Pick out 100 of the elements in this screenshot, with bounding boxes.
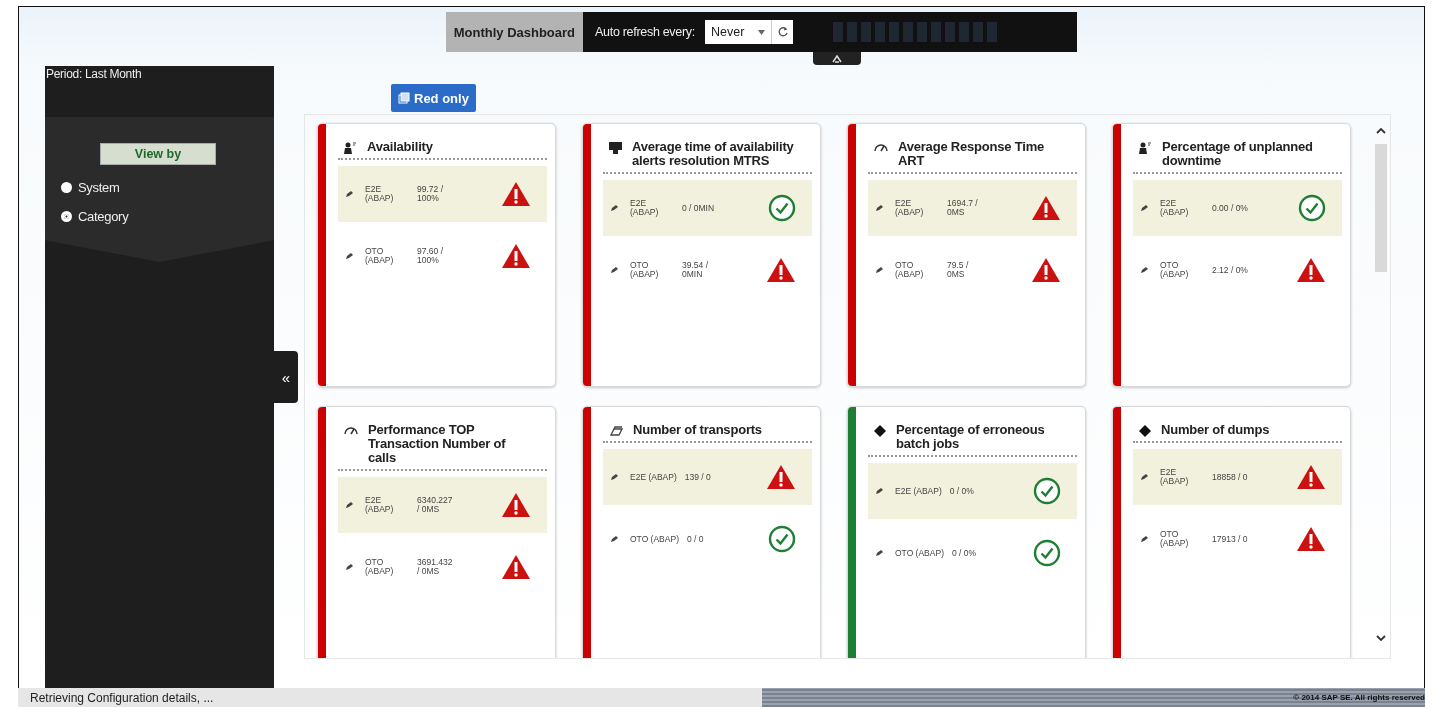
system-name: OTO (ABAP) [895, 261, 925, 279]
collapse-header-tab[interactable] [812, 52, 861, 65]
kpi-value: 18858 / 0 [1212, 472, 1249, 482]
kpi-card[interactable]: Performance TOP Transaction Number of calls E2E (ABAP) 6340.227 / 0MS OTO (ABAP) 3691.432 / 0MS [317, 406, 556, 658]
refresh-button[interactable] [771, 20, 794, 44]
kpi-card[interactable]: Percentage of erroneous batch jobs E2E (ABAP) 0 / 0% OTO (ABAP) 0 / 0% [847, 406, 1086, 658]
kpi-row[interactable]: E2E (ABAP) 18858 / 0 [1133, 449, 1342, 505]
copyright-bar: © 2014 SAP SE. All rights reserved [762, 688, 1425, 707]
system-name: OTO (ABAP) [365, 558, 395, 576]
scroll-up-icon[interactable] [1376, 127, 1386, 134]
warning-icon [1296, 464, 1326, 490]
kpi-card[interactable]: Number of dumps E2E (ABAP) 18858 / 0 OTO (ABAP) 17913 / 0 [1112, 406, 1351, 658]
scroll-down-icon[interactable] [1376, 635, 1386, 642]
check-circle-icon [1033, 539, 1061, 567]
kpi-row[interactable]: E2E (ABAP) 99.72 / 100% [338, 166, 547, 222]
kpi-row[interactable]: E2E (ABAP) 0 / 0% [868, 463, 1077, 519]
pencil-icon [346, 191, 353, 197]
radio-button[interactable] [61, 182, 72, 193]
refresh-label: Auto refresh every: [595, 25, 695, 39]
kpi-value: 2.12 / 0% [1212, 265, 1249, 275]
dashboard-title: Monthly Dashboard [445, 12, 584, 52]
person-icon [344, 142, 357, 154]
caret-icon [758, 29, 766, 35]
pencil-icon [876, 267, 883, 273]
card-title: Average Response Time ART [898, 140, 1046, 168]
kpi-row[interactable]: OTO (ABAP) 3691.432 / 0MS [338, 539, 547, 595]
kpi-row[interactable]: OTO (ABAP) 39.54 / 0MIN [603, 242, 812, 298]
kpi-row[interactable]: OTO (ABAP) 17913 / 0 [1133, 511, 1342, 567]
kpi-row[interactable]: OTO (ABAP) 0 / 0% [868, 525, 1077, 581]
card-title: Percentage of erroneous batch jobs [896, 423, 1046, 451]
check-circle-icon [1298, 194, 1326, 222]
pencil-icon [1141, 205, 1148, 211]
period-label: Period: Last Month [45, 66, 143, 83]
filter-button[interactable]: Red only [391, 84, 476, 112]
system-name: E2E (ABAP) [630, 199, 660, 217]
diamond-icon [874, 425, 886, 437]
warning-icon [1031, 195, 1061, 221]
system-name: E2E (ABAP) [895, 199, 925, 217]
kpi-card[interactable]: Average time of availability alerts resolution MTRS E2E (ABAP) 0 / 0MIN OTO (ABAP) 39.54 / 0MIN [582, 123, 821, 387]
system-name: E2E (ABAP) [365, 496, 395, 514]
warning-icon [1296, 257, 1326, 283]
kpi-card[interactable]: Average Response Time ART E2E (ABAP) 1694.7 / 0MS OTO (ABAP) 79.5 / 0MS [847, 123, 1086, 387]
system-name: OTO (ABAP) [630, 261, 660, 279]
kpi-row[interactable]: E2E (ABAP) 6340.227 / 0MS [338, 477, 547, 533]
diamond-icon [1139, 425, 1151, 437]
radio-label: Category [78, 209, 129, 224]
kpi-value: 6340.227 / 0MS [417, 496, 454, 514]
pencil-icon [876, 205, 883, 211]
card-title: Number of transports [633, 423, 762, 437]
kpi-row[interactable]: OTO (ABAP) 97.60 / 100% [338, 228, 547, 284]
pencil-icon [611, 205, 618, 211]
pencil-icon [876, 550, 883, 556]
kpi-card[interactable]: Number of transports E2E (ABAP) 139 / 0 OTO (ABAP) 0 / 0 [582, 406, 821, 658]
system-name: OTO (ABAP) [1160, 530, 1190, 548]
kpi-value: 3691.432 / 0MS [417, 558, 454, 576]
kpi-value: 0 / 0 [686, 534, 704, 544]
collapse-sidebar-button[interactable]: « [274, 351, 298, 403]
system-name: E2E (ABAP) [895, 486, 942, 496]
pencil-icon [346, 253, 353, 259]
check-circle-icon [1033, 477, 1061, 505]
system-name: OTO (ABAP) [630, 534, 679, 544]
pencil-icon [1141, 267, 1148, 273]
card-title: Performance TOP Transaction Number of calls [368, 423, 507, 465]
kpi-row[interactable]: E2E (ABAP) 0 / 0MIN [603, 180, 812, 236]
system-name: E2E (ABAP) [1160, 199, 1190, 217]
radio-button[interactable] [61, 211, 72, 222]
kpi-value: 39.54 / 0MIN [682, 261, 709, 279]
card-title: Number of dumps [1161, 423, 1270, 437]
pencil-icon [346, 564, 353, 570]
warning-icon [1296, 526, 1326, 552]
kpi-row[interactable]: OTO (ABAP) 2.12 / 0% [1133, 242, 1342, 298]
kpi-value: 79.5 / 0MS [947, 261, 970, 279]
system-name: E2E (ABAP) [365, 185, 395, 203]
warning-icon [766, 464, 796, 490]
kpi-card[interactable]: Availability E2E (ABAP) 99.72 / 100% OTO (ABAP) 97.60 / 100% [317, 123, 556, 387]
kpi-value: 17913 / 0 [1212, 534, 1249, 544]
kpi-row[interactable]: E2E (ABAP) 139 / 0 [603, 449, 812, 505]
status-message: Retrieving Configuration details, ... [18, 688, 762, 707]
kpi-value: 97.60 / 100% [417, 247, 444, 265]
scrollbar-thumb[interactable] [1375, 144, 1387, 272]
warning-icon [766, 257, 796, 283]
pencil-icon [1141, 474, 1148, 480]
kpi-row[interactable]: OTO (ABAP) 79.5 / 0MS [868, 242, 1077, 298]
system-name: OTO (ABAP) [365, 247, 395, 265]
copy-icon [398, 92, 410, 104]
kpi-card[interactable]: Percentage of unplanned downtime E2E (ABAP) 0.00 / 0% OTO (ABAP) 2.12 / 0% [1112, 123, 1351, 387]
refresh-dropdown[interactable]: Never [704, 20, 772, 44]
warning-icon [501, 492, 531, 518]
radio-label: System [78, 180, 120, 195]
kpi-value: 0 / 0% [951, 548, 977, 558]
kpi-row[interactable]: OTO (ABAP) 0 / 0 [603, 511, 812, 567]
system-name: OTO (ABAP) [1160, 261, 1190, 279]
view-by-button[interactable]: View by [100, 143, 216, 165]
system-name: E2E (ABAP) [630, 472, 677, 482]
kpi-row[interactable]: E2E (ABAP) 1694.7 / 0MS [868, 180, 1077, 236]
warning-icon [501, 243, 531, 269]
chevron-up-icon [831, 54, 842, 63]
pencil-icon [611, 267, 618, 273]
person-icon [1139, 142, 1152, 154]
kpi-row[interactable]: E2E (ABAP) 0.00 / 0% [1133, 180, 1342, 236]
